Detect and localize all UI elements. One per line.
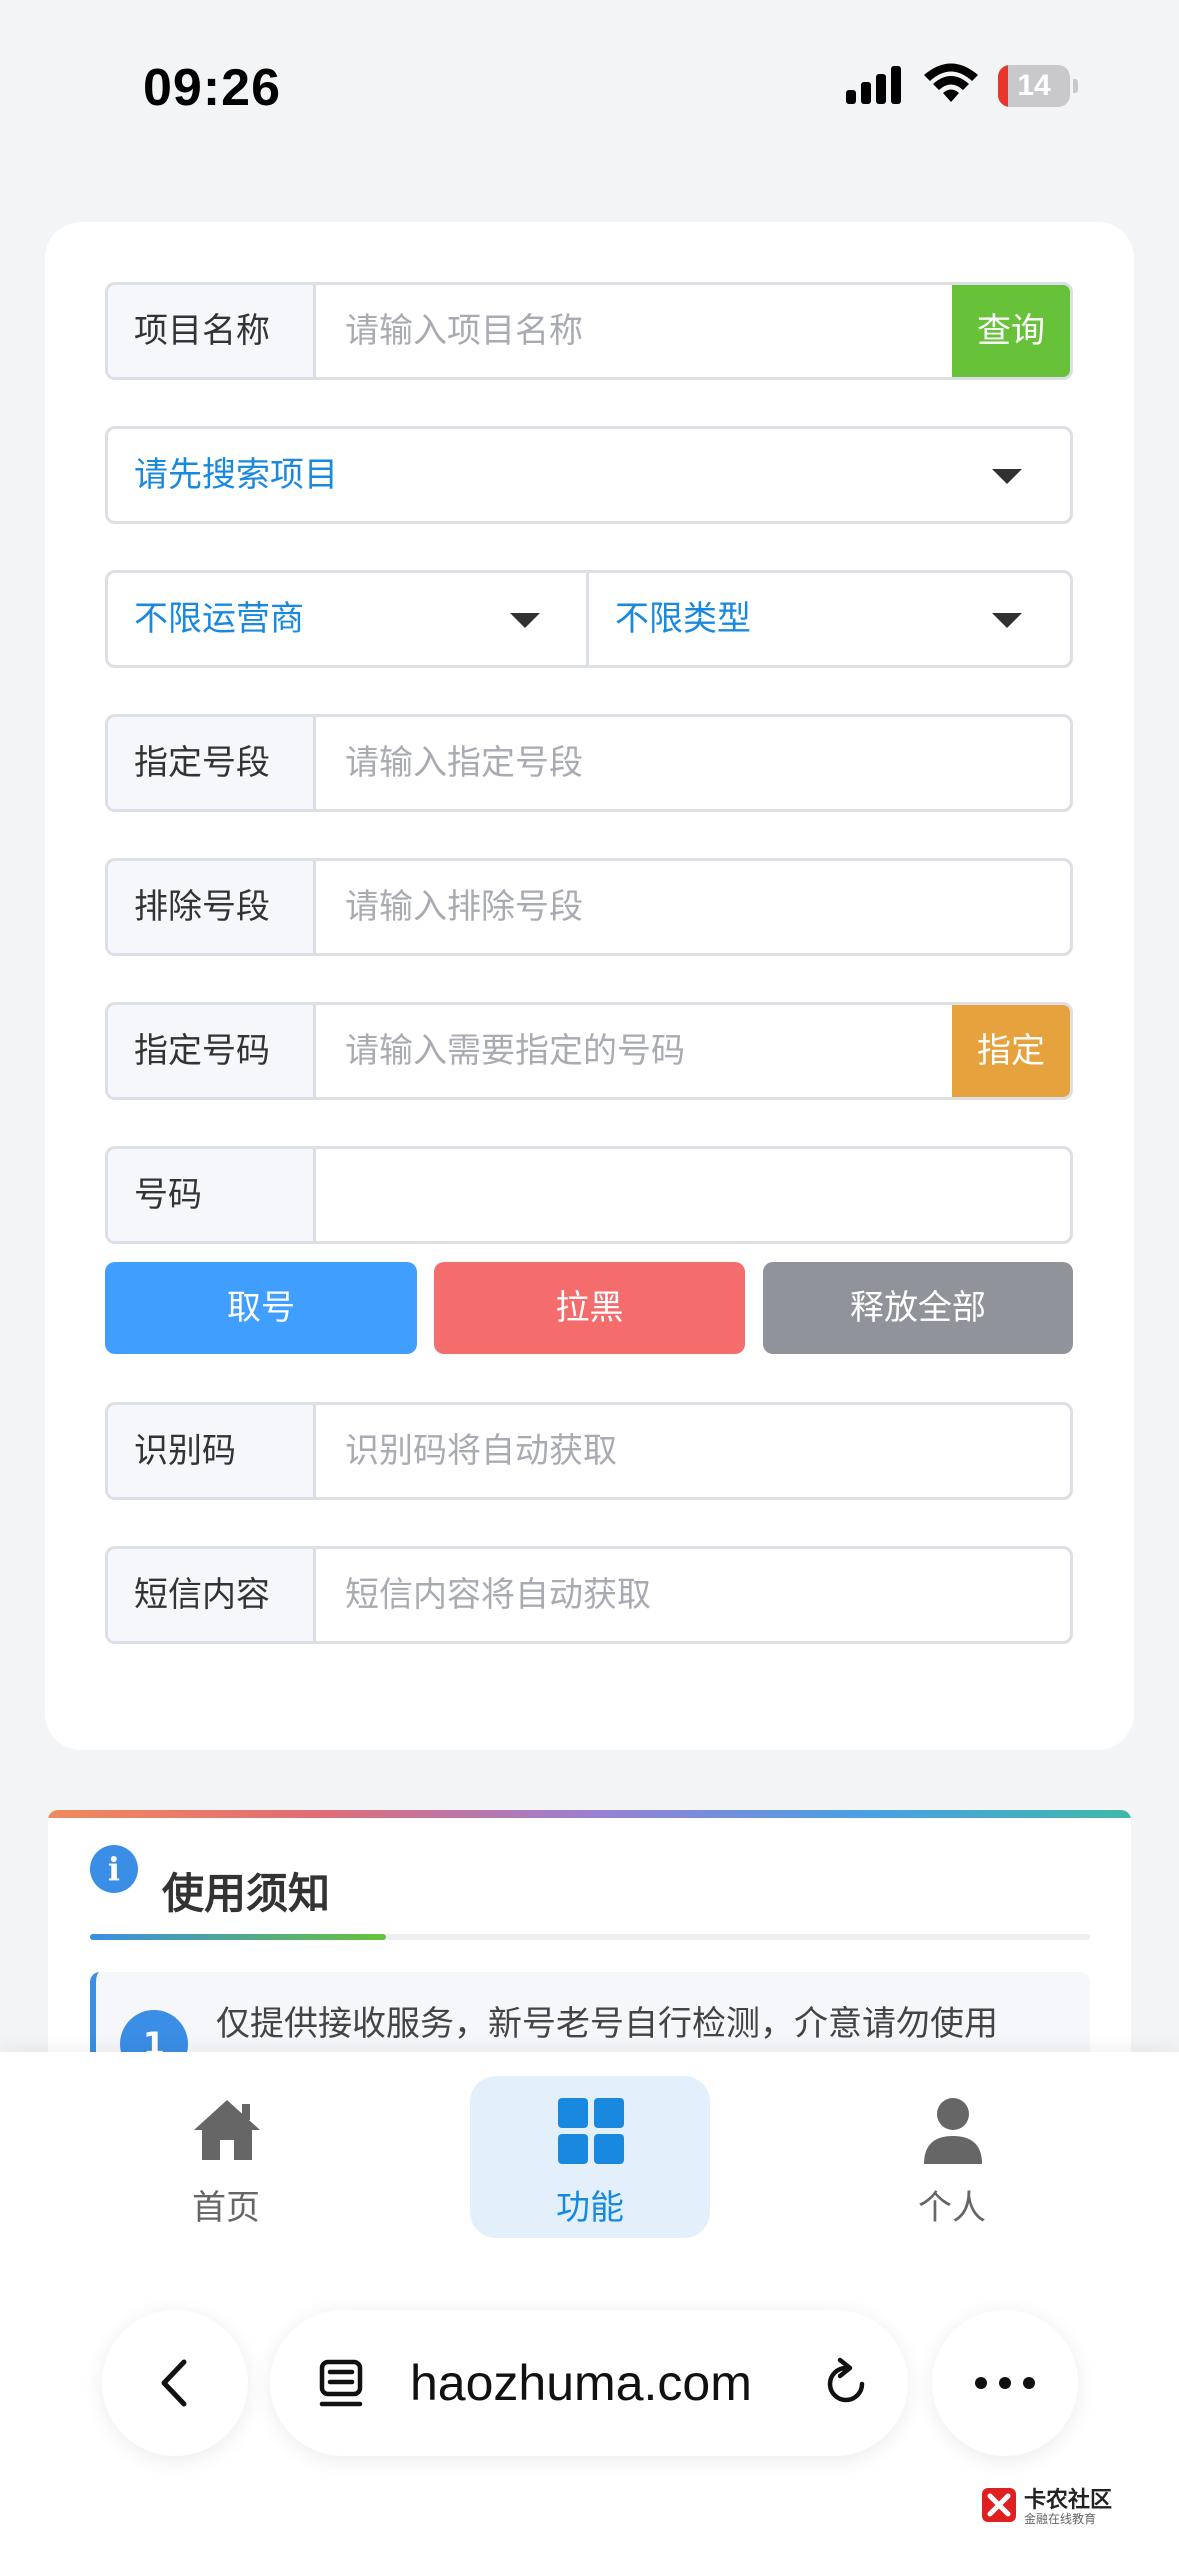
project-name-label: 项目名称	[108, 285, 316, 377]
cellular-signal-icon	[846, 66, 901, 104]
project-name-field: 项目名称 查询	[105, 282, 1073, 380]
status-bar: 09:26 14	[0, 0, 1179, 150]
number-label: 号码	[108, 1149, 316, 1241]
code-input[interactable]	[319, 1405, 1069, 1497]
browser-more-button[interactable]	[932, 2310, 1078, 2456]
sms-field: 短信内容	[105, 1546, 1073, 1644]
sms-label: 短信内容	[108, 1549, 316, 1641]
query-button[interactable]: 查询	[952, 285, 1070, 377]
watermark-logo-icon	[982, 2488, 1016, 2522]
type-select[interactable]: 不限类型	[586, 570, 1073, 668]
more-icon	[975, 2377, 1035, 2389]
specify-number-field: 指定号码 指定	[105, 1002, 1073, 1100]
notice-divider	[90, 1934, 1090, 1940]
url-text: haozhuma.com	[410, 2355, 752, 2411]
address-bar[interactable]: haozhuma.com	[270, 2310, 908, 2456]
segment-include-field: 指定号段	[105, 714, 1073, 812]
watermark: 卡农社区 金融在线教育	[980, 2480, 1150, 2540]
segment-include-input[interactable]	[319, 717, 1069, 809]
battery-level: 14	[1017, 69, 1051, 102]
notice-gradient-bar	[48, 1810, 1131, 1818]
sms-input[interactable]	[319, 1549, 1069, 1641]
notice-card: i 使用须知 1 仅提供接收服务，新号老号自行检测，介意请勿使用	[48, 1810, 1131, 2070]
chevron-down-icon	[510, 613, 540, 628]
tab-features[interactable]: 功能	[470, 2076, 710, 2238]
form-card: 项目名称 查询 请先搜索项目 不限运营商 不限类型 指定号段 排除号段 指定号码…	[45, 222, 1134, 1750]
operator-select-value: 不限运营商	[134, 599, 304, 639]
chevron-down-icon	[992, 613, 1022, 628]
number-field: 号码	[105, 1146, 1073, 1244]
tab-profile-label: 个人	[918, 2188, 986, 2228]
battery-indicator: 14	[998, 65, 1078, 107]
specify-button[interactable]: 指定	[952, 1005, 1070, 1097]
specify-number-input[interactable]	[319, 1005, 959, 1097]
segment-exclude-input[interactable]	[319, 861, 1069, 953]
tab-profile[interactable]: 个人	[832, 2076, 1072, 2238]
project-select[interactable]: 请先搜索项目	[105, 426, 1073, 524]
wifi-icon	[924, 63, 978, 102]
grid-icon	[558, 2098, 624, 2164]
number-input[interactable]	[319, 1149, 1069, 1241]
project-name-input[interactable]	[319, 285, 959, 377]
project-select-value: 请先搜索项目	[134, 455, 338, 495]
home-icon	[194, 2100, 260, 2160]
code-label: 识别码	[108, 1405, 316, 1497]
segment-exclude-label: 排除号段	[108, 861, 316, 953]
chevron-left-icon	[161, 2359, 187, 2407]
reload-icon[interactable]	[818, 2356, 874, 2412]
info-icon: i	[90, 1845, 138, 1893]
notice-item-text: 仅提供接收服务，新号老号自行检测，介意请勿使用	[216, 2004, 998, 2044]
release-all-button[interactable]: 释放全部	[763, 1262, 1073, 1354]
tab-home[interactable]: 首页	[106, 2076, 346, 2238]
block-button[interactable]: 拉黑	[434, 1262, 745, 1354]
code-field: 识别码	[105, 1402, 1073, 1500]
get-number-button[interactable]: 取号	[105, 1262, 417, 1354]
chevron-down-icon	[992, 469, 1022, 484]
notice-title: 使用须知	[162, 1869, 331, 1918]
status-time: 09:26	[143, 59, 281, 117]
specify-number-label: 指定号码	[108, 1005, 316, 1097]
user-icon	[924, 2098, 982, 2164]
browser-back-button[interactable]	[102, 2310, 248, 2456]
reader-mode-icon	[319, 2359, 363, 2407]
tab-features-label: 功能	[556, 2188, 624, 2228]
segment-include-label: 指定号段	[108, 717, 316, 809]
type-select-value: 不限类型	[615, 599, 751, 639]
watermark-subtitle: 金融在线教育	[1024, 2512, 1097, 2526]
segment-exclude-field: 排除号段	[105, 858, 1073, 956]
tab-home-label: 首页	[192, 2188, 260, 2228]
operator-select[interactable]: 不限运营商	[105, 570, 589, 668]
